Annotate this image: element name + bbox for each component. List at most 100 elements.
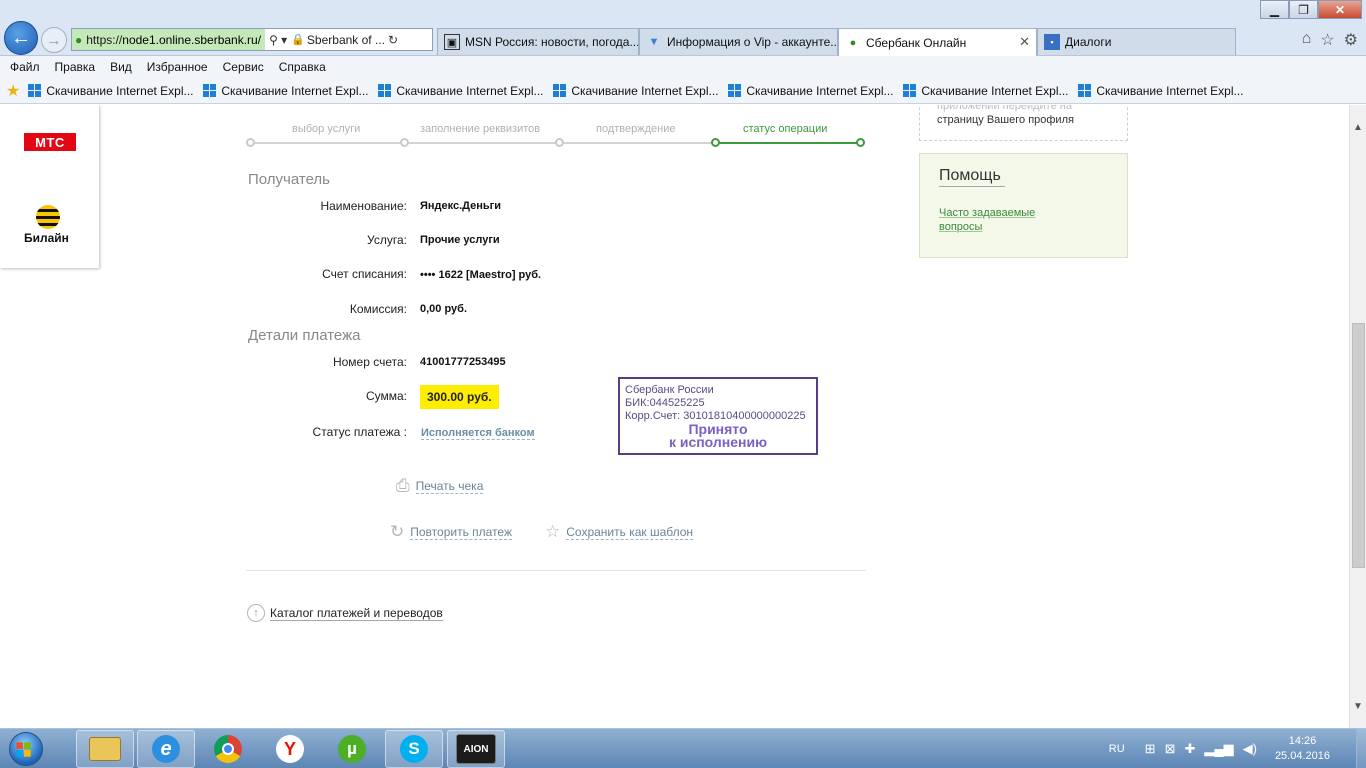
forward-button[interactable]: →: [41, 27, 67, 53]
yandex-icon: Y: [276, 735, 304, 763]
favorite-link[interactable]: Скачивание Internet Expl...: [203, 84, 369, 98]
home-icon[interactable]: ⌂: [1302, 30, 1312, 50]
menu-favorites[interactable]: Избранное: [147, 60, 208, 74]
sberbank-favicon-icon: ●: [75, 32, 83, 47]
page-scrollbar[interactable]: ▲ ▼: [1349, 105, 1366, 728]
commission-value: 0,00 руб.: [420, 303, 468, 315]
windows-tray-icon[interactable]: ⊞: [1145, 741, 1156, 757]
sberbank-favicon-icon: ●: [849, 36, 857, 49]
internet-explorer-icon: e: [152, 735, 180, 763]
arrow-right-icon: →: [46, 31, 62, 49]
tab-dialogs[interactable]: ▪ Диалоги: [1037, 28, 1236, 55]
chrome-icon: [214, 735, 242, 763]
account-number-value: 41001777253495: [420, 356, 506, 368]
scrollbar-thumb[interactable]: [1352, 323, 1365, 568]
maximize-button[interactable]: ❐: [1289, 0, 1318, 19]
commission-label: Комиссия:: [349, 302, 407, 316]
taskbar-aion[interactable]: AION: [447, 730, 505, 768]
tab-label: Информация о Vip - аккаунте...: [667, 35, 838, 49]
system-tray: RU ⊞ ⊠ ✚ ▂▄▆ ◀) 14:26 25.04.2016: [1109, 729, 1366, 768]
operator-list: МТС Билайн: [0, 105, 99, 268]
close-tab-icon[interactable]: ✕: [1019, 34, 1030, 50]
back-button[interactable]: ←: [4, 21, 38, 55]
tab-msn[interactable]: ▣ MSN Россия: новости, погода...: [437, 28, 639, 55]
printer-icon: ⎙: [396, 476, 410, 495]
taskbar-utorrent[interactable]: µ: [323, 730, 381, 768]
menu-tools[interactable]: Сервис: [223, 60, 264, 74]
site-identity[interactable]: Sberbank of ...: [305, 33, 385, 47]
tab-vip-info[interactable]: ▼ Информация о Vip - аккаунте...: [639, 28, 838, 55]
arrow-up-circle-icon: ↑: [247, 604, 265, 622]
close-window-button[interactable]: ✕: [1318, 0, 1362, 19]
account-number-label: Номер счета:: [332, 355, 407, 369]
taskbar-clock[interactable]: 14:26 25.04.2016: [1275, 734, 1330, 764]
stamp-bank-name: Сбербанк России: [625, 384, 714, 396]
menu-bar: Файл Правка Вид Избранное Сервис Справка: [0, 56, 1366, 78]
favorite-link[interactable]: Скачивание Internet Expl...: [1078, 84, 1244, 98]
favorite-link[interactable]: Скачивание Internet Expl...: [378, 84, 544, 98]
url-field[interactable]: ● https://node1.online.sberbank.ru/: [72, 29, 266, 50]
refresh-icon[interactable]: ↻: [385, 33, 401, 47]
favorite-link[interactable]: Скачивание Internet Expl...: [28, 84, 194, 98]
taskbar-chrome[interactable]: [199, 730, 257, 768]
beeline-logo-icon[interactable]: [36, 205, 60, 229]
favorite-link[interactable]: Скачивание Internet Expl...: [728, 84, 894, 98]
recipient-name-label: Наименование:: [320, 199, 407, 213]
windows-start-icon: [9, 732, 43, 766]
minimize-button[interactable]: ▁: [1260, 0, 1289, 19]
scroll-down-icon[interactable]: ▼: [1353, 701, 1363, 712]
menu-edit[interactable]: Правка: [55, 60, 96, 74]
faq-link[interactable]: Часто задаваемые вопросы: [939, 206, 1059, 234]
payment-status-value[interactable]: Исполняется банком: [421, 427, 535, 440]
taskbar-explorer[interactable]: [76, 730, 134, 768]
step-choose-service: выбор услуги: [292, 123, 361, 135]
favorite-link[interactable]: Скачивание Internet Expl...: [903, 84, 1069, 98]
taskbar-yandex-browser[interactable]: Y: [261, 730, 319, 768]
antivirus-icon[interactable]: ✚: [1184, 741, 1195, 757]
tab-sberbank-online[interactable]: ● Сбербанк Онлайн ✕: [838, 28, 1037, 56]
menu-help[interactable]: Справка: [279, 60, 326, 74]
taskbar-internet-explorer[interactable]: e: [137, 730, 195, 768]
beeline-label[interactable]: Билайн: [24, 231, 69, 245]
payments-catalog-link[interactable]: ↑ Каталог платежей и переводов: [247, 604, 443, 622]
dialogs-favicon-icon: ▪: [1044, 34, 1060, 50]
debit-account-label: Счет списания:: [322, 267, 407, 281]
windows-logo-icon: [28, 84, 42, 97]
window-controls: ▁ ❐ ✕: [1260, 0, 1362, 19]
start-button[interactable]: [2, 730, 50, 768]
language-indicator[interactable]: RU: [1109, 743, 1125, 755]
favorites-star-icon[interactable]: ★: [6, 81, 20, 101]
network-error-icon[interactable]: ⊠: [1165, 741, 1176, 757]
print-receipt-button[interactable]: ⎙ Печать чека: [396, 476, 484, 496]
folder-icon: [89, 737, 121, 761]
skype-icon: S: [400, 735, 428, 763]
windows-logo-icon: [1078, 84, 1092, 97]
payment-details-title: Детали платежа: [248, 327, 361, 344]
address-bar[interactable]: ● https://node1.online.sberbank.ru/ ⚲ ▾ …: [71, 28, 433, 51]
taskbar-skype[interactable]: S: [385, 730, 443, 768]
utorrent-icon: µ: [338, 735, 366, 763]
show-desktop-button[interactable]: [1356, 729, 1366, 768]
recipient-name-value: Яндекс.Деньги: [420, 200, 502, 212]
help-box: Помощь Часто задаваемые вопросы: [919, 153, 1128, 258]
menu-view[interactable]: Вид: [110, 60, 132, 74]
tab-label: Диалоги: [1065, 35, 1112, 49]
settings-gear-icon[interactable]: ⚙: [1344, 30, 1358, 50]
favorite-link[interactable]: Скачивание Internet Expl...: [553, 84, 719, 98]
scroll-up-icon[interactable]: ▲: [1353, 122, 1363, 133]
mts-logo[interactable]: МТС: [24, 133, 76, 151]
menu-file[interactable]: Файл: [10, 60, 40, 74]
favorites-star-icon[interactable]: ☆: [1320, 30, 1334, 50]
step-dot: [856, 138, 865, 147]
repeat-icon: ↻: [390, 522, 405, 541]
browser-tool-icons: ⌂ ☆ ⚙: [1302, 30, 1358, 50]
sum-value: 300.00 руб.: [420, 385, 499, 409]
volume-icon[interactable]: ◀): [1243, 741, 1257, 757]
signal-bars-icon[interactable]: ▂▄▆: [1204, 741, 1233, 757]
search-dropdown-icon[interactable]: ⚲ ▾: [265, 33, 291, 47]
payment-steps: выбор услуги заполнение реквизитов подтв…: [246, 123, 866, 147]
url-text: https://node1.online.sberbank.ru/: [86, 32, 262, 47]
help-title-underline: [939, 186, 1005, 187]
save-template-button[interactable]: ☆ Сохранить как шаблон: [545, 522, 694, 542]
repeat-payment-button[interactable]: ↻ Повторить платеж: [390, 522, 512, 542]
